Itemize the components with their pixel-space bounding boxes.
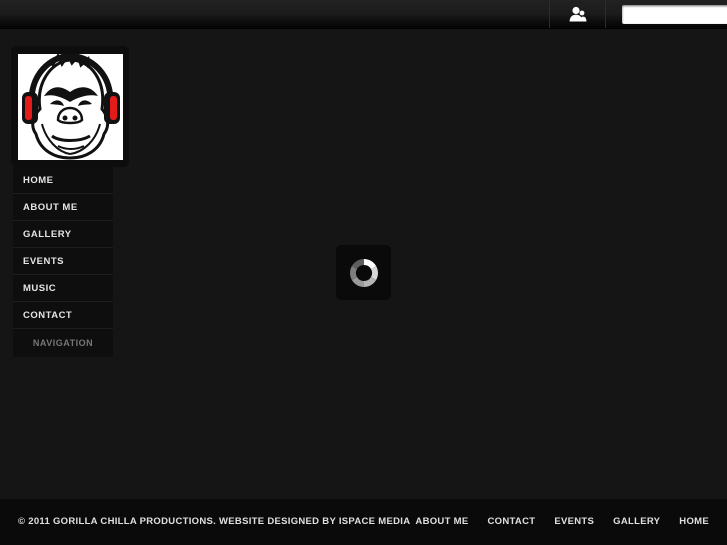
user-button[interactable] (551, 0, 605, 28)
nav-caption: NAVIGATION (32, 338, 94, 348)
nav-item-events[interactable]: EVENTS (13, 248, 113, 275)
nav-item-music[interactable]: MUSIC (13, 275, 113, 302)
footer-link-gallery[interactable]: GALLERY (613, 499, 660, 545)
nav-item-home[interactable]: HOME (13, 167, 113, 194)
loading-indicator (336, 245, 391, 300)
loading-spinner-icon (349, 258, 378, 287)
search-input[interactable] (622, 5, 727, 24)
nav-item-gallery[interactable]: GALLERY (13, 221, 113, 248)
top-bar-divider (549, 0, 550, 28)
footer-link-contact[interactable]: CONTACT (488, 499, 536, 545)
footer-link-about-me[interactable]: ABOUT ME (415, 499, 468, 545)
nav-item-about-me[interactable]: ABOUT ME (13, 194, 113, 221)
user-group-icon (569, 6, 587, 22)
logo-container (11, 46, 129, 167)
footer-links: ABOUT ME CONTACT EVENTS GALLERY HOME (415, 499, 709, 545)
top-bar-divider (605, 0, 606, 28)
footer-link-home[interactable]: HOME (679, 499, 709, 545)
copyright-text: © 2011 GORILLA CHILLA PRODUCTIONS. WEBSI… (18, 516, 411, 527)
footer-link-events[interactable]: EVENTS (554, 499, 594, 545)
gorilla-logo-icon (22, 52, 120, 160)
side-navigation: HOME ABOUT ME GALLERY EVENTS MUSIC CONTA… (13, 167, 113, 357)
nav-item-contact[interactable]: CONTACT (13, 302, 113, 329)
logo[interactable] (18, 52, 123, 160)
footer: © 2011 GORILLA CHILLA PRODUCTIONS. WEBSI… (0, 499, 727, 545)
top-bar (0, 0, 727, 29)
